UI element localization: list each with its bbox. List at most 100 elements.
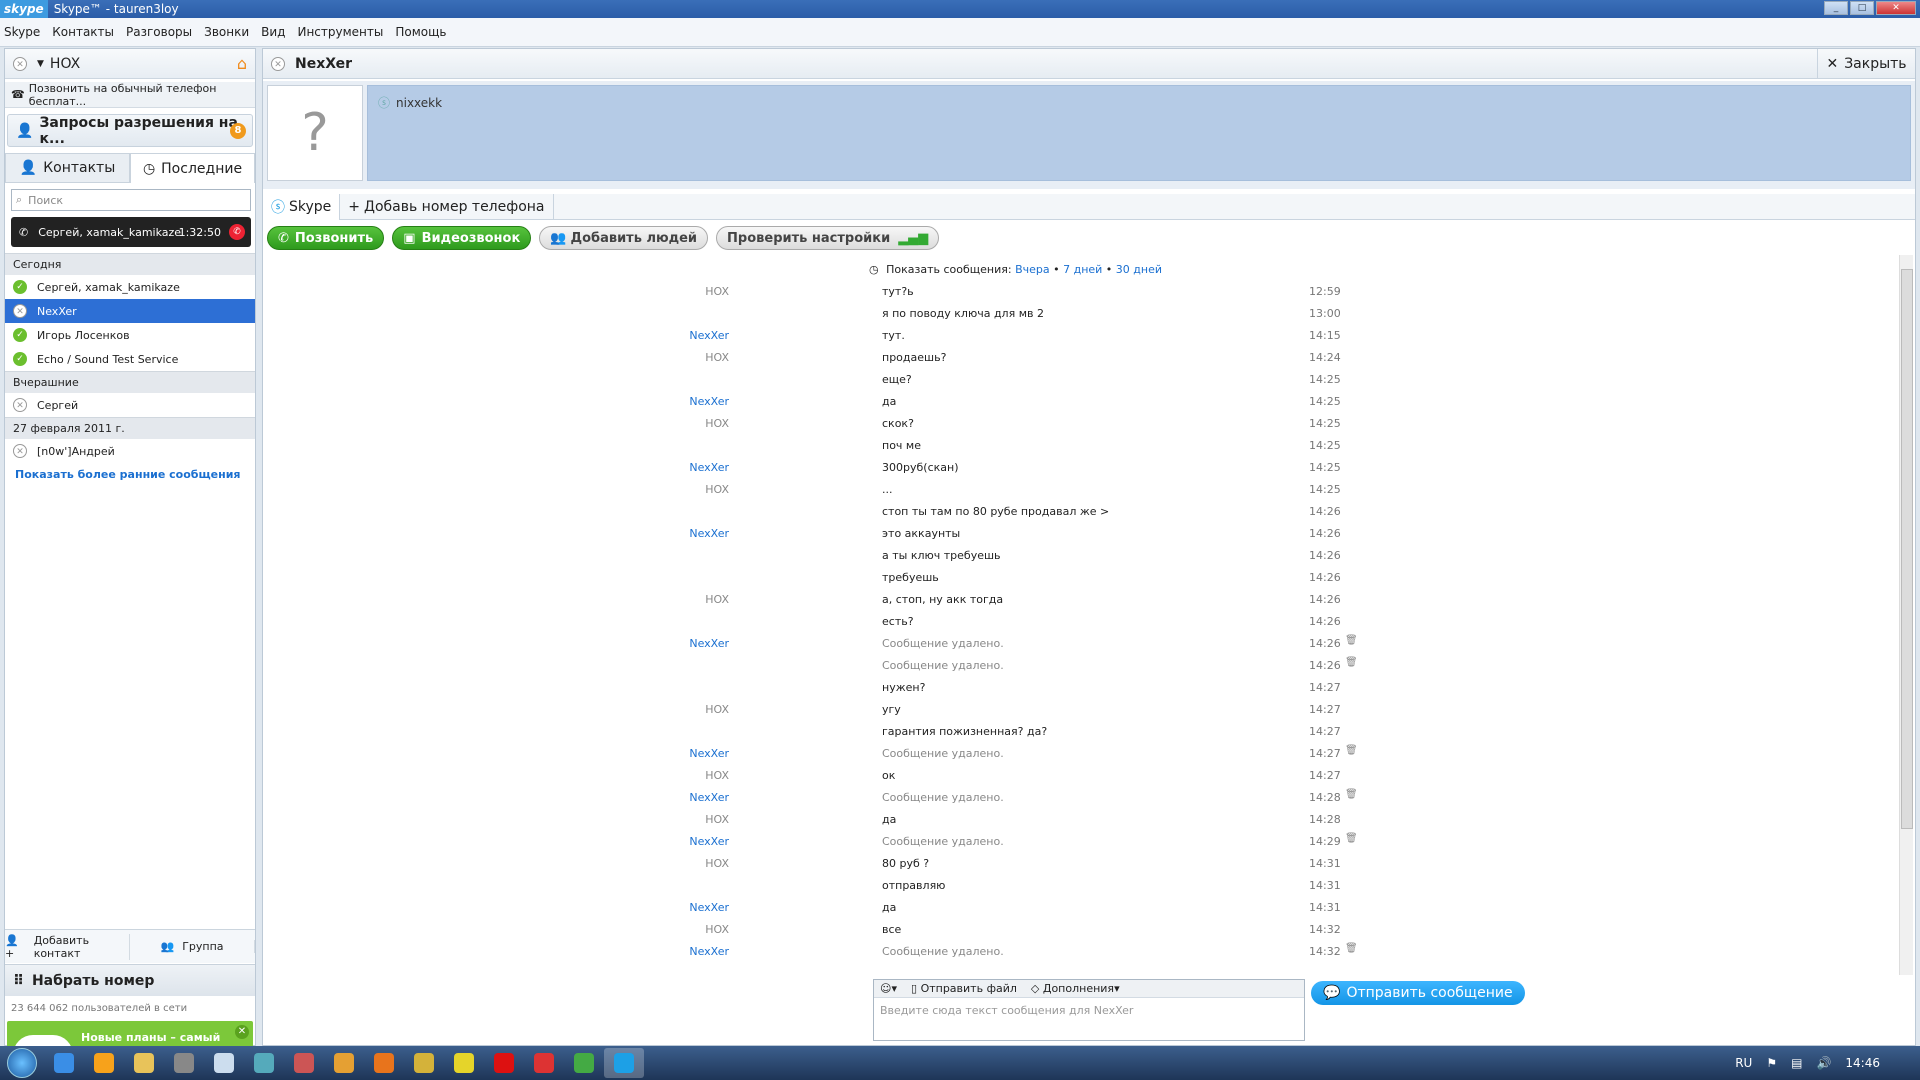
active-call[interactable]: ✆ Сергей, xamak_kamikaze 1:32:50 ✆ [11, 217, 251, 247]
taskbar-app-icon[interactable] [164, 1048, 204, 1078]
message-sender[interactable]: NexXer [629, 395, 729, 408]
profile-area: ? ⓢ nixxekk [263, 81, 1915, 189]
taskbar-red-icon[interactable] [524, 1048, 564, 1078]
taskbar-chrome-icon[interactable] [564, 1048, 604, 1078]
message-sender[interactable]: NexXer [629, 637, 729, 650]
tab-add-phone[interactable]: + Добавь номер телефона [340, 193, 554, 220]
tab-skype[interactable]: ⓢ Skype [263, 193, 341, 220]
add-contact-icon: 👤+ [5, 933, 19, 960]
message-input[interactable]: Введите сюда текст сообщения для NexXer [874, 998, 1304, 1023]
list-item[interactable]: ✕ [n0w']Андрей [5, 439, 255, 463]
menu-skype[interactable]: Skype [4, 25, 40, 39]
message-row: требуешь 14:26 [263, 567, 1899, 589]
message-sender[interactable]: NexXer [629, 791, 729, 804]
start-button[interactable] [0, 1046, 44, 1080]
taskbar-game-icon[interactable] [404, 1048, 444, 1078]
list-item[interactable]: ✓ Echo / Sound Test Service [5, 347, 255, 371]
add-contact-button[interactable]: 👤+ Добавить контакт [5, 933, 130, 960]
taskbar-yellow-icon[interactable] [444, 1048, 484, 1078]
volume-icon[interactable]: 🔊 [1816, 1056, 1831, 1070]
message-sender[interactable]: HOX [629, 813, 729, 826]
message-row: HOX а, стоп, ну акк тогда 14:26 [263, 589, 1899, 611]
message-sender[interactable]: HOX [629, 351, 729, 364]
message-sender[interactable]: NexXer [629, 945, 729, 958]
message-sender[interactable]: NexXer [629, 835, 729, 848]
maximize-button[interactable]: □ [1850, 1, 1874, 15]
message-sender[interactable]: HOX [629, 417, 729, 430]
call-phone-banner[interactable]: ☎ Позвонить на обычный телефон бесплат..… [5, 82, 255, 108]
taskbar-media-icon[interactable] [84, 1048, 124, 1078]
status-dropdown-icon[interactable]: ▼ [37, 59, 44, 69]
list-item[interactable]: ✕ NexXer [5, 299, 255, 323]
chat-scrollbar[interactable] [1899, 255, 1913, 975]
close-conversation-button[interactable]: ✕ Закрыть [1817, 49, 1915, 79]
clock[interactable]: 14:46 [1845, 1056, 1880, 1070]
message-sender[interactable]: NexXer [629, 747, 729, 760]
message-sender[interactable]: HOX [629, 593, 729, 606]
close-window-button[interactable]: ✕ [1876, 1, 1916, 15]
extras-icon: ◇ [1030, 982, 1043, 995]
menu-conversations[interactable]: Разговоры [126, 25, 192, 39]
tab-contacts[interactable]: 👤 Контакты [5, 153, 130, 183]
check-settings-button[interactable]: Проверить настройки ▂▄▆ [716, 226, 940, 250]
bottom-tools: 👤+ Добавить контакт 👥 Группа [5, 929, 255, 963]
taskbar-explorer-icon[interactable] [124, 1048, 164, 1078]
taskbar-firefox-icon[interactable] [364, 1048, 404, 1078]
message-sender[interactable]: HOX [629, 769, 729, 782]
send-file-label: Отправить файл [920, 982, 1017, 995]
search-input[interactable]: ⌕ Поиск [11, 189, 251, 211]
message-sender[interactable]: NexXer [629, 527, 729, 540]
hangup-icon[interactable]: ✆ [229, 224, 245, 240]
taskbar-tool-icon[interactable] [284, 1048, 324, 1078]
language-indicator[interactable]: RU [1735, 1056, 1752, 1070]
message-sender[interactable]: HOX [629, 285, 729, 298]
taskbar-ie-icon[interactable] [44, 1048, 84, 1078]
emoticon-icon[interactable]: ☺▾ [880, 982, 897, 995]
menu-view[interactable]: Вид [261, 25, 285, 39]
video-call-button[interactable]: ▣ Видеозвонок [392, 226, 532, 250]
contact-requests-button[interactable]: 👤 Запросы разрешения на к... 8 [7, 114, 253, 147]
message-sender[interactable]: NexXer [629, 901, 729, 914]
taskbar-skype-icon[interactable] [604, 1048, 644, 1078]
call-button[interactable]: ✆ Позвонить [267, 226, 385, 250]
flag-icon[interactable]: ⚑ [1766, 1056, 1777, 1070]
tab-recent[interactable]: ◷ Последние [130, 153, 255, 183]
extras-button[interactable]: ◇ Дополнения▾ [1031, 982, 1120, 995]
dial-number-button[interactable]: ⠿ Набрать номер [5, 964, 255, 996]
message-sender[interactable]: HOX [629, 923, 729, 936]
message-sender[interactable]: HOX [629, 703, 729, 716]
list-item[interactable]: ✓ Игорь Лосенков [5, 323, 255, 347]
offline-status-icon: ✕ [13, 444, 27, 458]
taskbar-window-icon[interactable] [204, 1048, 244, 1078]
filter-yesterday-link[interactable]: Вчера [1015, 263, 1050, 276]
menu-help[interactable]: Помощь [395, 25, 446, 39]
group-button[interactable]: 👥 Группа [130, 940, 255, 953]
message-sender[interactable]: HOX [629, 483, 729, 496]
file-icon: ▯ [911, 982, 921, 995]
taskbar-opera-icon[interactable] [484, 1048, 524, 1078]
menu-contacts[interactable]: Контакты [52, 25, 114, 39]
message-sender[interactable]: NexXer [629, 329, 729, 342]
clock-icon: ◷ [142, 160, 156, 177]
filter-7-days-link[interactable]: 7 дней [1063, 263, 1102, 276]
show-earlier-link[interactable]: Показать более ранние сообщения [5, 463, 255, 485]
taskbar-butterfly-icon[interactable] [324, 1048, 364, 1078]
scrollbar-thumb[interactable] [1901, 269, 1913, 829]
home-icon[interactable]: ⌂ [237, 54, 247, 73]
send-file-button[interactable]: ▯ Отправить файл [911, 982, 1017, 995]
menu-tools[interactable]: Инструменты [297, 25, 383, 39]
network-icon[interactable]: ▤ [1791, 1056, 1802, 1070]
add-people-button[interactable]: 👥 Добавить людей [539, 226, 709, 250]
message-sender[interactable]: NexXer [629, 461, 729, 474]
filter-30-days-link[interactable]: 30 дней [1116, 263, 1162, 276]
list-item[interactable]: ✓ Сергей, xamak_kamikaze [5, 275, 255, 299]
message-sender[interactable]: HOX [629, 857, 729, 870]
section-header: Вчерашние [5, 371, 255, 393]
menu-calls[interactable]: Звонки [204, 25, 249, 39]
minimize-button[interactable]: _ [1824, 1, 1848, 15]
close-icon[interactable]: ✕ [235, 1025, 249, 1039]
send-message-button[interactable]: 💬 Отправить сообщение [1311, 981, 1525, 1005]
user-status-bar[interactable]: ✕ ▼ HOX ⌂ [5, 49, 255, 79]
taskbar-network-icon[interactable] [244, 1048, 284, 1078]
list-item[interactable]: ✕ Сергей [5, 393, 255, 417]
